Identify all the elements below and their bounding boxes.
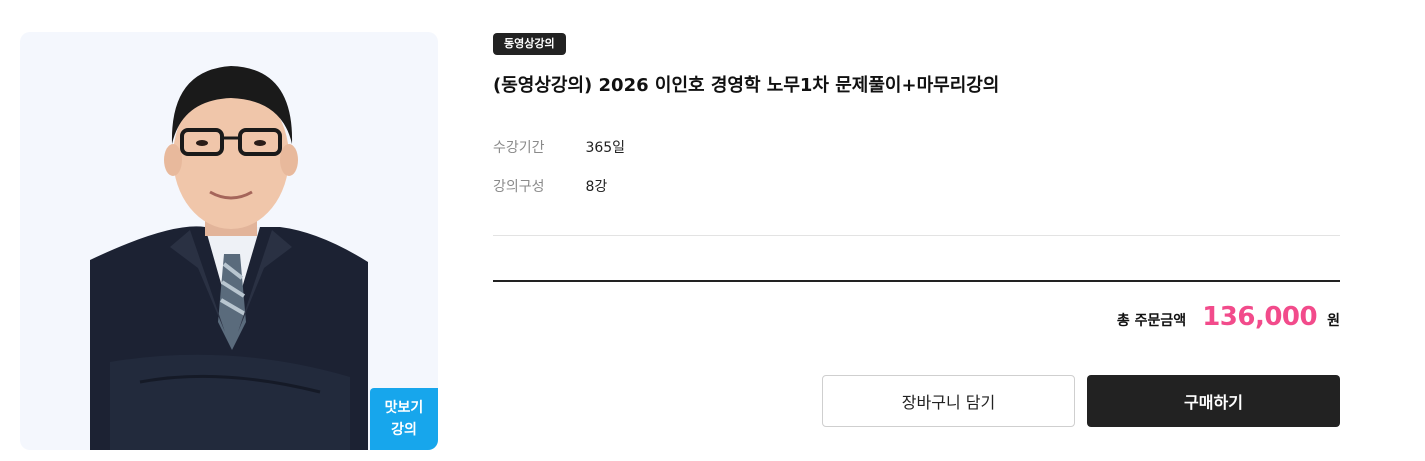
total-price: 총 주문금액 136,000 원 xyxy=(1117,302,1340,332)
divider-strong xyxy=(493,280,1340,282)
info-label-lectures: 강의구성 xyxy=(493,179,545,195)
info-value-period: 365일 xyxy=(585,140,626,156)
divider xyxy=(493,235,1340,236)
info-value-lectures: 8강 xyxy=(585,179,608,195)
info-row-period: 수강기간 365일 xyxy=(493,138,625,158)
info-label-period: 수강기간 xyxy=(493,140,545,156)
product-title: (동영상강의) 2026 이인호 경영학 노무1차 문제풀이+마무리강의 xyxy=(493,75,1000,96)
total-price-amount: 136,000 xyxy=(1202,302,1318,332)
preview-label-line1: 맛보기 xyxy=(384,400,424,416)
total-price-unit: 원 xyxy=(1327,313,1340,329)
info-row-lectures: 강의구성 8강 xyxy=(493,177,607,197)
instructor-photo-panel: 맛보기 강의 xyxy=(20,32,438,450)
preview-lecture-button[interactable]: 맛보기 강의 xyxy=(370,388,438,450)
total-price-label: 총 주문금액 xyxy=(1116,313,1187,329)
preview-label-line2: 강의 xyxy=(391,422,417,438)
add-to-cart-button[interactable]: 장바구니 담기 xyxy=(822,375,1075,427)
buy-now-button[interactable]: 구매하기 xyxy=(1087,375,1340,427)
category-badge: 동영상강의 xyxy=(493,33,566,55)
